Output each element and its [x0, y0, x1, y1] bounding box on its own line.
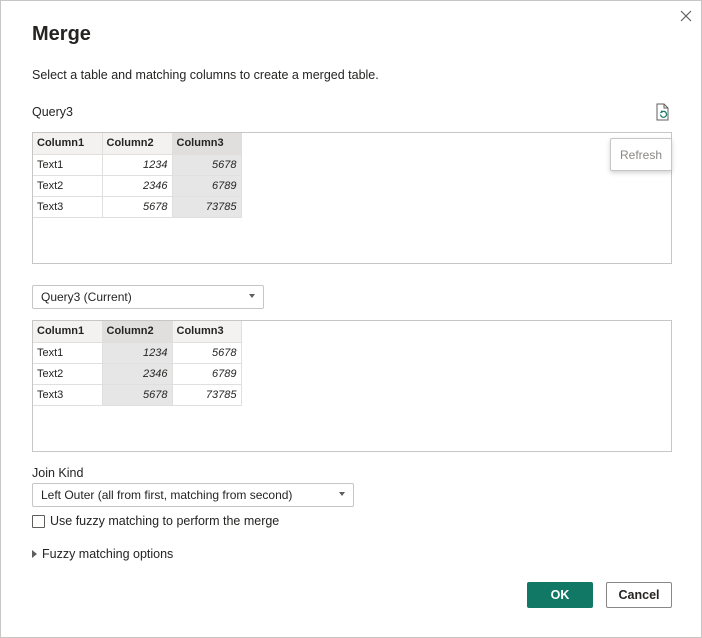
table-cell[interactable]: 5678 [101, 195, 173, 218]
first-query-label: Query3 [32, 105, 73, 119]
table-cell[interactable]: 1234 [101, 341, 173, 364]
second-table-header-column3[interactable]: Column3 [171, 321, 242, 343]
fuzzy-matching-options-toggle[interactable]: Fuzzy matching options [32, 547, 173, 561]
cancel-button[interactable]: Cancel [606, 582, 672, 608]
first-table: Column1 Column2 Column3 Text1 1234 5678 … [33, 133, 242, 218]
table-cell[interactable]: Text2 [33, 174, 103, 197]
refresh-button[interactable] [652, 102, 672, 122]
table-row: Text2 2346 6789 [33, 174, 242, 197]
first-table-header-row: Column1 Column2 Column3 [33, 133, 242, 155]
join-kind-label: Join Kind [32, 466, 84, 480]
ok-button[interactable]: OK [527, 582, 593, 608]
table-row: Text2 2346 6789 [33, 362, 242, 385]
chevron-right-icon [32, 550, 37, 558]
table-cell[interactable]: 5678 [171, 341, 242, 364]
table-cell[interactable]: 6789 [171, 362, 242, 385]
table-cell[interactable]: 1234 [101, 153, 173, 176]
second-table-header-column2[interactable]: Column2 [101, 321, 173, 343]
second-query-dropdown-value: Query3 (Current) [41, 290, 132, 304]
table-cell[interactable]: 73785 [171, 195, 242, 218]
table-cell[interactable]: 6789 [171, 174, 242, 197]
table-cell[interactable]: Text3 [33, 383, 103, 406]
table-cell[interactable]: 5678 [171, 153, 242, 176]
first-table-header-column1[interactable]: Column1 [33, 133, 103, 155]
second-table-header-column1[interactable]: Column1 [33, 321, 103, 343]
second-table-header-row: Column1 Column2 Column3 [33, 321, 242, 343]
table-cell[interactable]: Text1 [33, 341, 103, 364]
dialog-title: Merge [32, 23, 91, 45]
close-icon [680, 10, 692, 22]
table-row: Text3 5678 73785 [33, 383, 242, 406]
table-row: Text1 1234 5678 [33, 341, 242, 364]
table-cell[interactable]: Text3 [33, 195, 103, 218]
table-cell[interactable]: 5678 [101, 383, 173, 406]
table-row: Text3 5678 73785 [33, 195, 242, 218]
first-table-header-column3[interactable]: Column3 [171, 133, 242, 155]
refresh-tooltip: Refresh [610, 138, 672, 171]
chevron-down-icon [339, 492, 345, 496]
dialog-description: Select a table and matching columns to c… [32, 68, 379, 82]
second-table-preview: Column1 Column2 Column3 Text1 1234 5678 … [32, 320, 672, 452]
refresh-icon [656, 103, 669, 121]
join-kind-dropdown-value: Left Outer (all from first, matching fro… [41, 488, 293, 502]
close-button[interactable] [676, 6, 696, 26]
fuzzy-matching-options-label: Fuzzy matching options [42, 547, 174, 561]
first-table-preview: Column1 Column2 Column3 Text1 1234 5678 … [32, 132, 672, 264]
table-cell[interactable]: 2346 [101, 174, 173, 197]
merge-dialog: Merge Select a table and matching column… [0, 0, 702, 638]
table-cell[interactable]: Text1 [33, 153, 103, 176]
table-cell[interactable]: Text2 [33, 362, 103, 385]
table-cell[interactable]: 2346 [101, 362, 173, 385]
second-table: Column1 Column2 Column3 Text1 1234 5678 … [33, 321, 242, 406]
second-query-dropdown[interactable]: Query3 (Current) [32, 285, 264, 309]
join-kind-dropdown[interactable]: Left Outer (all from first, matching fro… [32, 483, 354, 507]
fuzzy-matching-checkbox[interactable] [32, 515, 45, 528]
table-cell[interactable]: 73785 [171, 383, 242, 406]
table-row: Text1 1234 5678 [33, 153, 242, 176]
chevron-down-icon [249, 294, 255, 298]
fuzzy-matching-checkbox-label[interactable]: Use fuzzy matching to perform the merge [50, 514, 279, 528]
first-table-header-column2[interactable]: Column2 [101, 133, 173, 155]
